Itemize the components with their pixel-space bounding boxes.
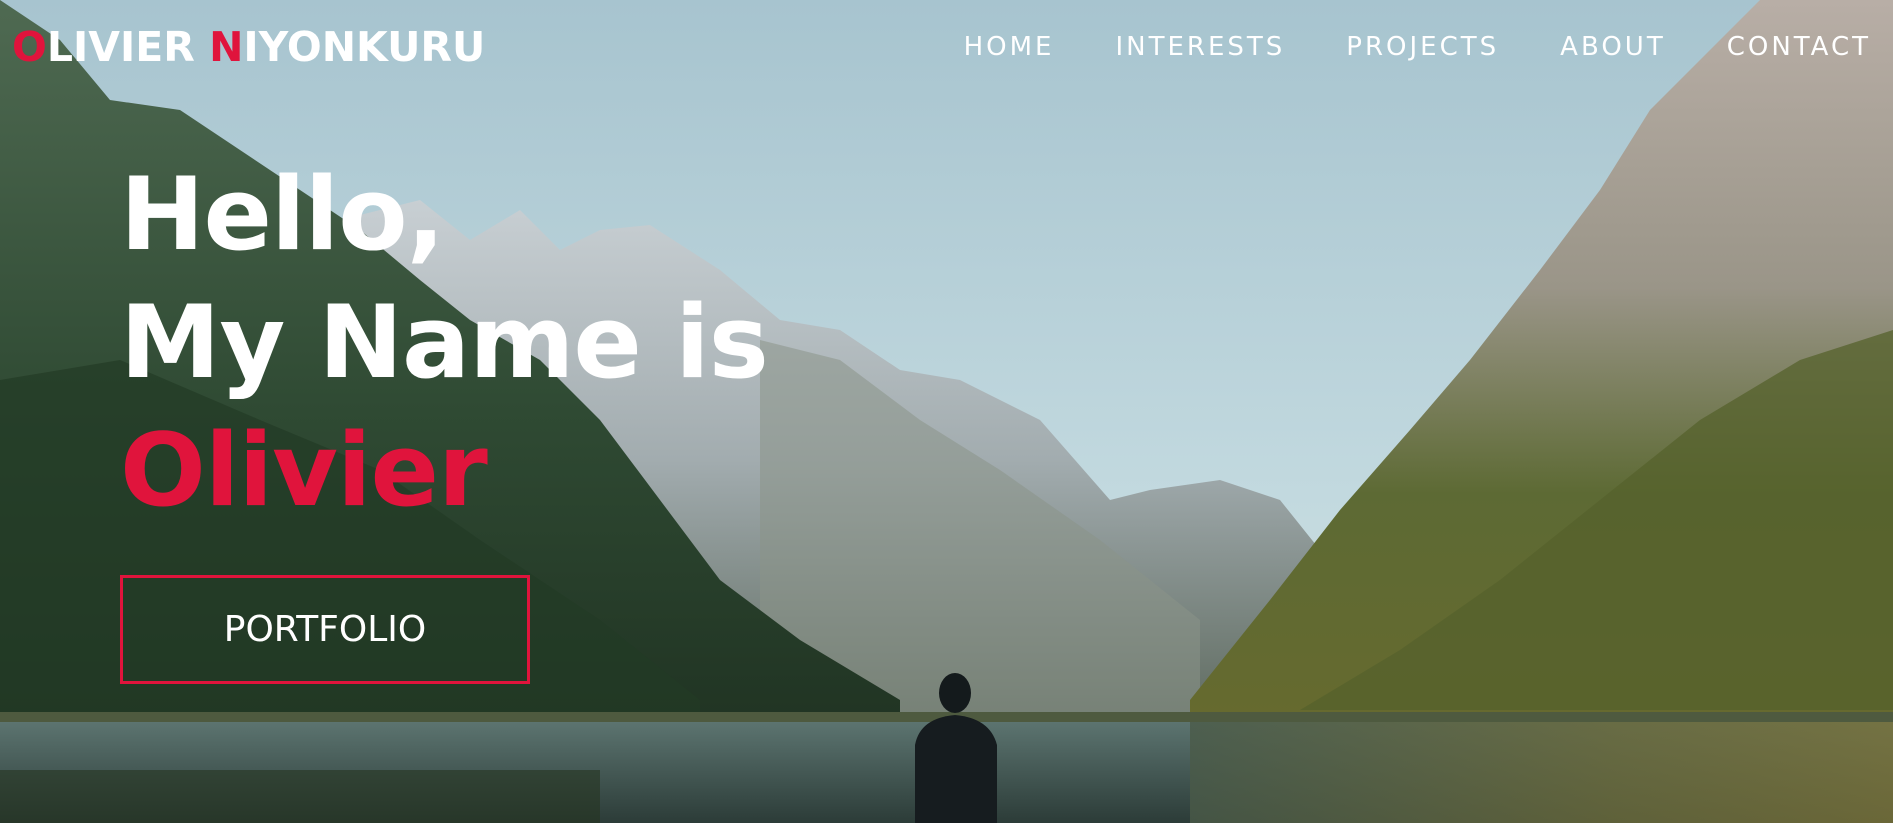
- portfolio-button[interactable]: PORTFOLIO: [120, 575, 530, 684]
- hero-section: OLIVIER NIYONKURU HOME INTERESTS PROJECT…: [0, 0, 1893, 823]
- nav-link-home[interactable]: HOME: [964, 31, 1055, 63]
- hero-name: Olivier: [120, 411, 488, 529]
- nav-menu: HOME INTERESTS PROJECTS ABOUT CONTACT: [903, 31, 1871, 63]
- nav-link-about[interactable]: ABOUT: [1560, 31, 1666, 63]
- brand-first-initial: O: [12, 23, 47, 71]
- brand-logo[interactable]: OLIVIER NIYONKURU: [12, 22, 485, 72]
- brand-first-rest: LIVIER: [46, 23, 210, 71]
- brand-last-rest: IYONKURU: [243, 23, 486, 71]
- nav-link-projects[interactable]: PROJECTS: [1346, 31, 1499, 63]
- hero-intro: My Name is: [120, 283, 769, 401]
- navbar: OLIVIER NIYONKURU HOME INTERESTS PROJECT…: [0, 0, 1893, 96]
- hero-greeting: Hello,: [120, 155, 445, 273]
- hero-headline: Hello, My Name is Olivier: [120, 150, 769, 534]
- nav-link-contact[interactable]: CONTACT: [1727, 31, 1871, 63]
- brand-last-initial: N: [209, 23, 244, 71]
- nav-link-interests[interactable]: INTERESTS: [1115, 31, 1285, 63]
